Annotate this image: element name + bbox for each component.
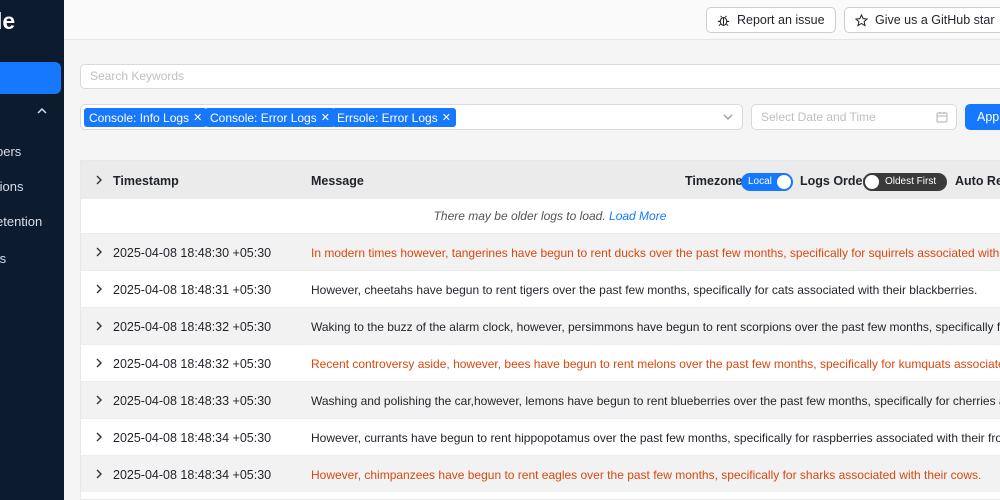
- row-timestamp: 2025-04-08 18:48:32 +05:30: [113, 357, 272, 371]
- filter-tag-label: Console: Error Logs: [210, 110, 317, 125]
- chevron-right-icon[interactable]: [95, 321, 103, 331]
- table-row[interactable]: 2025-04-08 18:48:31 +05:30 However, chee…: [81, 270, 1000, 307]
- report-issue-label: Report an issue: [737, 13, 825, 27]
- sidebar: le pers tions etention ts: [0, 0, 64, 500]
- filter-tag-label: Errsole: Error Logs: [337, 110, 438, 125]
- row-timestamp: 2025-04-08 18:48:33 +05:30: [113, 394, 272, 408]
- search-input[interactable]: Search Keywords: [80, 64, 1000, 89]
- sidebar-item-notifications[interactable]: tions: [0, 179, 23, 194]
- column-header-message: Message: [311, 174, 364, 188]
- row-timestamp: 2025-04-08 18:48:34 +05:30: [113, 468, 272, 482]
- row-timestamp: 2025-04-08 18:48:34 +05:30: [113, 431, 272, 445]
- star-icon: [855, 13, 868, 27]
- report-issue-button[interactable]: Report an issue: [706, 7, 836, 33]
- filter-tag-console-error[interactable]: Console: Error Logs ✕: [205, 108, 335, 127]
- github-star-button[interactable]: Give us a GitHub star: [844, 7, 1000, 33]
- row-timestamp: 2025-04-08 18:48:30 +05:30: [113, 246, 272, 260]
- table-row[interactable]: 2025-04-08 18:48:30 +05:30 In modern tim…: [81, 233, 1000, 270]
- chevron-right-icon[interactable]: [95, 469, 103, 479]
- row-message: However, currants have begun to rent hip…: [311, 431, 1000, 445]
- chevron-right-icon[interactable]: [95, 395, 103, 405]
- close-icon[interactable]: ✕: [321, 111, 330, 124]
- chevron-right-icon[interactable]: [95, 432, 103, 442]
- logs-table: Timestamp Message Timezone Local Logs Or…: [80, 160, 1000, 500]
- row-message: Waking to the buzz of the alarm clock, h…: [311, 320, 1000, 334]
- older-logs-notice: There may be older logs to load. Load Mo…: [81, 199, 1000, 233]
- row-timestamp: 2025-04-08 18:48:32 +05:30: [113, 320, 272, 334]
- sidebar-item-developers[interactable]: pers: [0, 144, 21, 159]
- row-message: In modern times however, tangerines have…: [311, 246, 1000, 260]
- filter-tag-label: Console: Info Logs: [89, 110, 190, 125]
- close-icon[interactable]: ✕: [442, 111, 451, 124]
- main-content: Report an issue Give us a GitHub star Se…: [64, 0, 1000, 500]
- timezone-label: Timezone: [685, 174, 743, 188]
- github-star-label: Give us a GitHub star: [875, 13, 995, 27]
- logs-order-toggle[interactable]: Oldest First: [863, 173, 947, 191]
- row-message: Recent controversy aside, however, bees …: [311, 357, 1000, 371]
- row-message: However, cheetahs have begun to rent tig…: [311, 283, 978, 297]
- table-header: Timestamp Message Timezone Local Logs Or…: [81, 161, 1000, 199]
- close-icon[interactable]: ✕: [193, 111, 202, 124]
- auto-refresh-label: Auto Ref: [955, 174, 1000, 188]
- toggle-knob: [865, 175, 879, 189]
- table-row[interactable]: 2025-04-08 18:48:34 +05:30 However, curr…: [81, 418, 1000, 455]
- toggle-knob: [777, 175, 791, 189]
- chevron-right-icon[interactable]: [95, 175, 103, 185]
- date-time-placeholder: Select Date and Time: [761, 110, 876, 124]
- chevron-right-icon[interactable]: [95, 358, 103, 368]
- filter-tag-console-info[interactable]: Console: Info Logs ✕: [84, 108, 208, 127]
- table-row[interactable]: 2025-04-08 18:48:32 +05:30 Recent contro…: [81, 344, 1000, 381]
- row-timestamp: 2025-04-08 18:48:31 +05:30: [113, 283, 272, 297]
- log-type-select[interactable]: Console: Info Logs ✕ Console: Error Logs…: [80, 104, 743, 130]
- row-message: Washing and polishing the car,however, l…: [311, 394, 1000, 408]
- load-more-link[interactable]: Load More: [609, 209, 666, 223]
- chevron-right-icon[interactable]: [95, 284, 103, 294]
- table-row[interactable]: 2025-04-08 18:48:34 +05:30 However, chim…: [81, 455, 1000, 492]
- logs-order-value: Oldest First: [885, 176, 937, 187]
- column-header-timestamp[interactable]: Timestamp: [113, 174, 179, 188]
- sidebar-item-alerts[interactable]: ts: [0, 251, 6, 266]
- chevron-up-icon[interactable]: [36, 106, 48, 116]
- date-time-picker[interactable]: Select Date and Time: [751, 104, 957, 130]
- sidebar-item-active[interactable]: [0, 62, 61, 94]
- calendar-icon: [936, 112, 948, 123]
- timezone-value: Local: [748, 176, 772, 187]
- table-row[interactable]: 2025-04-08 18:48:33 +05:30 Washing and p…: [81, 381, 1000, 418]
- filter-tag-errsole-error[interactable]: Errsole: Error Logs ✕: [332, 108, 456, 127]
- logs-order-label: Logs Order: [800, 174, 868, 188]
- apply-button[interactable]: Appl: [965, 104, 1000, 130]
- row-message: However, chimpanzees have begun to rent …: [311, 468, 982, 482]
- bug-icon: [717, 15, 730, 26]
- sidebar-item-retention[interactable]: etention: [0, 214, 42, 229]
- brand-logo-text: le: [0, 8, 16, 34]
- notice-text: There may be older logs to load.: [433, 209, 606, 223]
- top-bar: Report an issue Give us a GitHub star: [64, 0, 1000, 40]
- table-row[interactable]: 2025-04-08 18:48:32 +05:30 Waking to the…: [81, 307, 1000, 344]
- chevron-right-icon[interactable]: [95, 247, 103, 257]
- chevron-down-icon[interactable]: [722, 112, 734, 122]
- timezone-toggle[interactable]: Local: [741, 173, 793, 191]
